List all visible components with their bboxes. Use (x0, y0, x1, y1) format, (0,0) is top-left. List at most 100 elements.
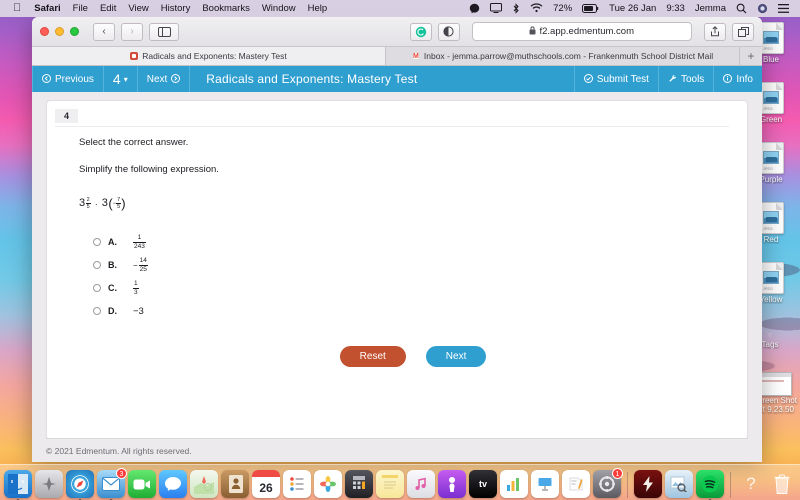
window-controls (40, 27, 79, 36)
tab-bar: Radicals and Exponents: Mastery Test Inb… (32, 47, 762, 66)
dock-app-apple-tv[interactable]: tv (469, 470, 497, 498)
tools-button[interactable]: Tools (658, 66, 713, 92)
dock-app-keynote[interactable] (531, 470, 559, 498)
question-number-badge: 4 (55, 109, 78, 123)
tools-label: Tools (681, 74, 704, 85)
radio-button-c[interactable] (93, 284, 101, 292)
radio-button-b[interactable] (93, 261, 101, 269)
dock-app-contacts[interactable] (221, 470, 249, 498)
show-tabs-icon[interactable] (732, 23, 754, 41)
question-number-dropdown[interactable]: 4 ▾ (104, 66, 138, 92)
menu-file[interactable]: File (67, 0, 94, 17)
forward-button[interactable]: › (121, 23, 143, 41)
tab-title: Inbox - jemma.parrow@muthschools.com - F… (424, 51, 713, 61)
radio-button-d[interactable] (93, 307, 101, 315)
previous-question-button[interactable]: Previous (32, 66, 104, 92)
dock-app-numbers[interactable] (500, 470, 528, 498)
menu-edit[interactable]: Edit (94, 0, 122, 17)
answer-option-b[interactable]: B. − 14 25 (93, 258, 747, 272)
address-bar[interactable]: f2.app.edmentum.com (472, 22, 693, 41)
menubar-username[interactable]: Jemma (690, 0, 731, 17)
answer-option-a[interactable]: A. 1 243 (93, 235, 747, 249)
dock-app-calculator[interactable] (345, 470, 373, 498)
wrench-icon (668, 74, 677, 85)
file-ext-label: JPEG (763, 227, 773, 231)
radio-button-a[interactable] (93, 238, 101, 246)
menubar-app-name[interactable]: Safari (28, 0, 66, 17)
dock-app-notes[interactable] (376, 470, 404, 498)
dock-trash[interactable] (768, 470, 796, 498)
tab-title: Radicals and Exponents: Mastery Test (142, 51, 286, 61)
divider (55, 126, 729, 127)
dock-app-spotify[interactable] (696, 470, 724, 498)
messenger-icon[interactable] (464, 0, 485, 17)
siri-icon[interactable] (752, 0, 773, 17)
file-ext-label: JPEG (763, 107, 773, 111)
minimize-window-button[interactable] (55, 27, 64, 36)
dock-app-maps[interactable] (190, 470, 218, 498)
dock-app-podcasts[interactable] (438, 470, 466, 498)
answer-option-c[interactable]: C. 1 3 (93, 281, 747, 295)
dock-app-messages[interactable] (159, 470, 187, 498)
option-letter: D. (108, 306, 120, 316)
wifi-icon[interactable] (525, 0, 548, 17)
info-circle-icon (723, 74, 732, 85)
test-content-area: 4 Select the correct answer. Simplify th… (32, 92, 762, 462)
dock-app-safari[interactable] (66, 470, 94, 498)
menu-history[interactable]: History (155, 0, 197, 17)
new-tab-button[interactable]: + (740, 47, 762, 65)
dock-app-itunes[interactable] (407, 470, 435, 498)
dock-app-flash[interactable] (634, 470, 662, 498)
calendar-date-number: 26 (259, 477, 272, 498)
reader-contrast-icon[interactable] (438, 23, 460, 41)
dock-app-system-preferences[interactable]: 1 (593, 470, 621, 498)
option-letter: C. (108, 283, 120, 293)
dock-app-mail[interactable]: 3 (97, 470, 125, 498)
option-value-a: 1 243 (133, 234, 146, 250)
sidebar-toggle-icon[interactable] (149, 23, 179, 41)
control-center-icon[interactable] (773, 0, 794, 17)
term2-base: 3 (102, 198, 108, 209)
apple-menu-icon[interactable]:  (6, 0, 28, 17)
answer-options: A. 1 243 B. − (93, 235, 747, 318)
back-button[interactable]: ‹ (93, 23, 115, 41)
dock-app-launchpad[interactable] (35, 470, 63, 498)
close-window-button[interactable] (40, 27, 49, 36)
dock-app-preview[interactable] (665, 470, 693, 498)
dock-divider (730, 472, 731, 498)
denominator: 25 (139, 266, 148, 273)
screen-mirroring-icon[interactable] (485, 0, 507, 17)
dock-app-facetime[interactable] (128, 470, 156, 498)
share-icon[interactable] (704, 23, 726, 41)
info-label: Info (736, 74, 753, 85)
reset-button[interactable]: Reset (340, 346, 406, 367)
menu-window[interactable]: Window (256, 0, 302, 17)
dock: 3 26 (0, 464, 800, 500)
dock-help-question-icon[interactable]: ? (737, 470, 765, 498)
dock-app-photos[interactable] (314, 470, 342, 498)
dock-app-calendar[interactable]: 26 (252, 470, 280, 498)
maximize-window-button[interactable] (70, 27, 79, 36)
expression-term-2: 3 ( − 7 5 ) (102, 198, 126, 211)
menu-bookmarks[interactable]: Bookmarks (196, 0, 256, 17)
dock-app-pages[interactable] (562, 470, 590, 498)
extension-grammarly-icon[interactable] (410, 23, 432, 41)
menu-view[interactable]: View (122, 0, 154, 17)
next-question-button[interactable]: Next (138, 66, 191, 92)
tab-gmail-inbox[interactable]: Inbox - jemma.parrow@muthschools.com - F… (386, 47, 740, 65)
answer-option-d[interactable]: D. −3 (93, 304, 747, 318)
submit-test-button[interactable]: Submit Test (574, 66, 658, 92)
tab-mastery-test[interactable]: Radicals and Exponents: Mastery Test (32, 47, 386, 65)
battery-icon[interactable] (577, 0, 604, 17)
info-button[interactable]: Info (713, 66, 762, 92)
dock-app-finder[interactable] (4, 470, 32, 498)
lock-icon (529, 26, 536, 37)
term2-exponent-group: ( − 7 5 ) (108, 197, 125, 211)
dock-app-reminders[interactable] (283, 470, 311, 498)
denominator: 3 (133, 289, 139, 296)
menu-help[interactable]: Help (302, 0, 334, 17)
bluetooth-icon[interactable] (507, 0, 525, 17)
battery-percent-label: 72% (548, 0, 577, 17)
spotlight-search-icon[interactable] (731, 0, 752, 17)
next-button[interactable]: Next (426, 346, 487, 367)
